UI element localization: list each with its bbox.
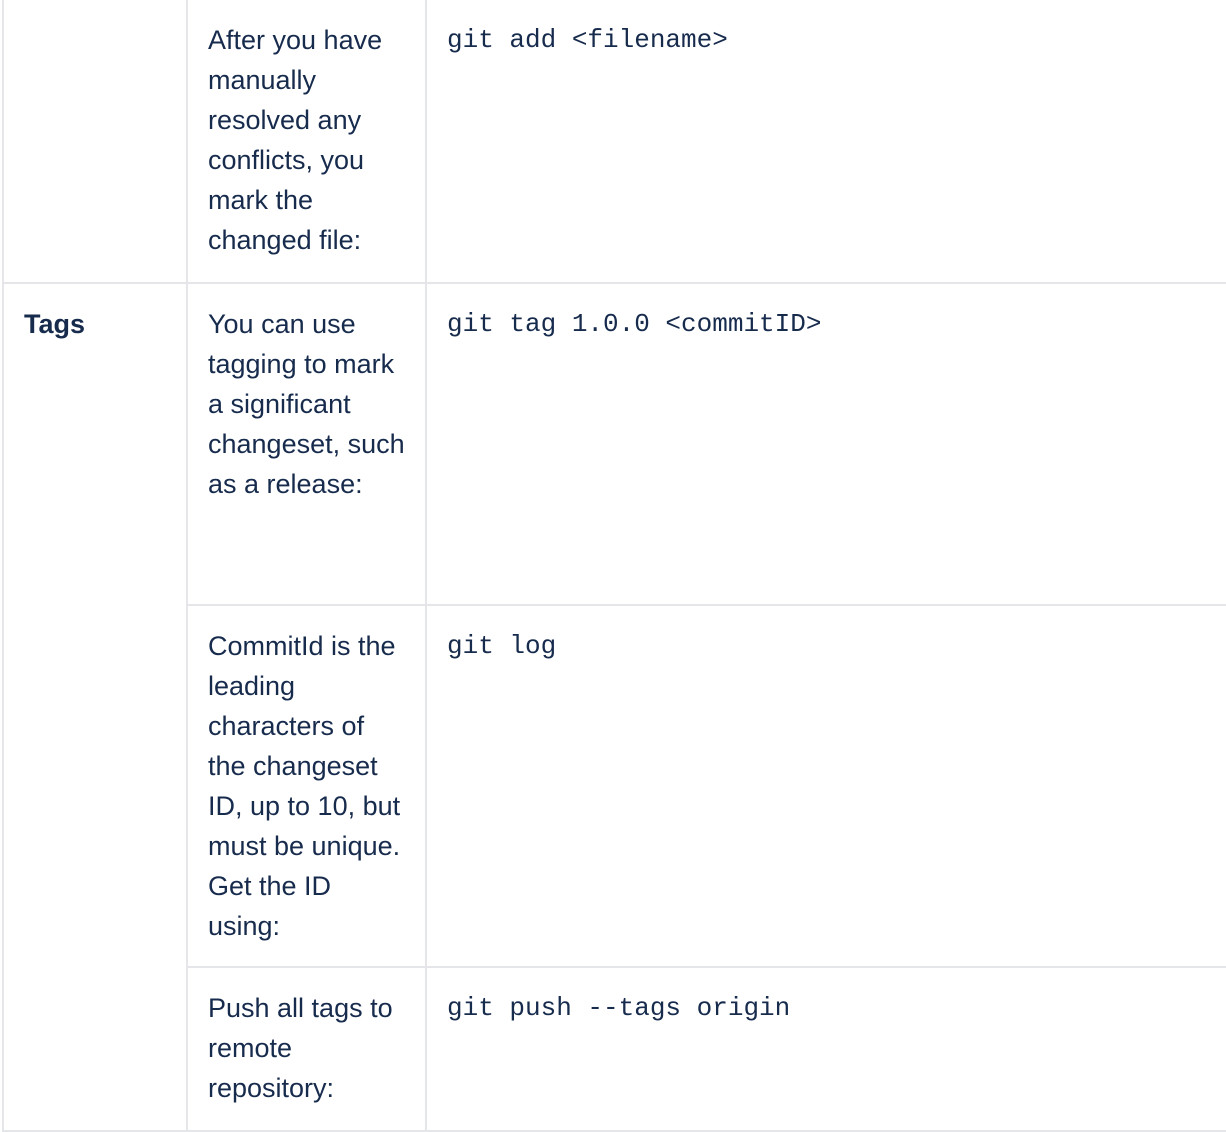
description-text: CommitId is the leading characters of th… <box>208 631 401 941</box>
command-cell: git push --tags origin <box>425 966 1226 1132</box>
description-cell: CommitId is the leading characters of th… <box>186 604 427 968</box>
table-row: CommitId is the leading characters of th… <box>3 604 1226 968</box>
command-text[interactable]: git log <box>447 626 1222 666</box>
description-cell: After you have manually resolved any con… <box>186 0 427 284</box>
git-commands-table: After you have manually resolved any con… <box>2 0 1226 1132</box>
table-row: Tags You can use tagging to mark a signi… <box>2 282 1226 1132</box>
description-text: You can use tagging to mark a significan… <box>208 309 405 499</box>
command-cell: git add <filename> <box>425 0 1226 284</box>
command-text[interactable]: git tag 1.0.0 <commitID> <box>447 304 1222 344</box>
command-text[interactable]: git push --tags origin <box>447 988 1222 1028</box>
table-row: After you have manually resolved any con… <box>2 0 1226 284</box>
description-text: Push all tags to remote repository: <box>208 993 393 1103</box>
command-text[interactable]: git add <filename> <box>447 20 1222 60</box>
topic-cell: Tags <box>2 282 188 1132</box>
description-cell: Push all tags to remote repository: <box>186 966 427 1132</box>
topic-cell <box>2 0 188 284</box>
description-cell: You can use tagging to mark a significan… <box>186 282 427 606</box>
table-row: Push all tags to remote repository: git … <box>3 966 1226 1132</box>
command-cell: git tag 1.0.0 <commitID> <box>425 282 1226 606</box>
topic-label: Tags <box>24 309 86 339</box>
command-cell: git log <box>425 604 1226 968</box>
description-text: After you have manually resolved any con… <box>208 25 383 255</box>
